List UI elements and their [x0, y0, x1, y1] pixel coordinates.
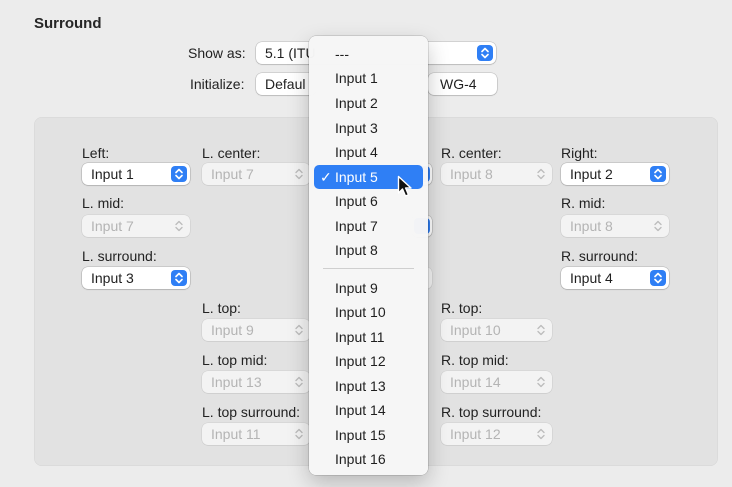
l-surround-label: L. surround: [82, 248, 157, 264]
initialize-default-button[interactable]: Defaul [256, 73, 316, 95]
menu-item[interactable]: Input 11 [314, 325, 423, 349]
r-top-mid-popup[interactable]: Input 14 [441, 371, 552, 393]
updown-chevron-icon [293, 374, 305, 390]
r-mid-label: R. mid: [561, 195, 606, 211]
menu-item-label: Input 11 [335, 329, 385, 345]
r-center-label: R. center: [441, 145, 502, 161]
menu-item[interactable]: Input 1 [314, 66, 423, 90]
menu-item[interactable]: Input 15 [314, 423, 423, 447]
right-label: Right: [561, 145, 598, 161]
menu-item-label: Input 15 [335, 427, 386, 443]
menu-item[interactable]: Input 8 [314, 238, 423, 262]
updown-chevron-icon [650, 270, 666, 286]
menu-item[interactable]: Input 16 [314, 447, 423, 471]
menu-item-label: Input 7 [335, 218, 378, 234]
r-center-popup[interactable]: Input 8 [441, 163, 552, 185]
menu-item-label: Input 8 [335, 242, 378, 258]
updown-chevron-icon [652, 218, 664, 234]
menu-item-label: Input 3 [335, 120, 378, 136]
updown-chevron-icon [173, 218, 185, 234]
checkmark-icon: ✓ [320, 169, 332, 185]
updown-chevron-icon [293, 426, 305, 442]
r-top-mid-label: R. top mid: [441, 352, 509, 368]
l-top-popup[interactable]: Input 9 [202, 319, 310, 341]
initialize-wg4-button[interactable]: WG-4 [428, 73, 497, 95]
l-top-surround-label: L. top surround: [202, 404, 301, 420]
l-center-label: L. center: [202, 145, 261, 161]
r-surround-label: R. surround: [561, 248, 639, 264]
r-mid-popup[interactable]: Input 8 [561, 215, 669, 237]
menu-item-label: Input 12 [335, 353, 386, 369]
menu-item-label: Input 10 [335, 304, 386, 320]
menu-item[interactable]: Input 14 [314, 398, 423, 422]
l-top-surround-popup[interactable]: Input 11 [202, 423, 310, 445]
menu-item-label: Input 14 [335, 402, 386, 418]
r-top-popup[interactable]: Input 10 [441, 319, 552, 341]
r-top-surround-popup[interactable]: Input 12 [441, 423, 552, 445]
menu-item[interactable]: Input 7 [314, 214, 423, 238]
right-popup[interactable]: Input 2 [561, 163, 669, 185]
r-surround-popup[interactable]: Input 4 [561, 267, 669, 289]
menu-item-label: Input 2 [335, 95, 378, 111]
menu-item[interactable]: --- [314, 42, 423, 66]
menu-item[interactable]: Input 13 [314, 374, 423, 398]
input-dropdown-menu: --- Input 1 Input 2 Input 3 Input 4 ✓ Input 5 I… [309, 36, 428, 475]
r-top-surround-label: R. top surround: [441, 404, 542, 420]
show-as-value: 5.1 (ITU [265, 45, 316, 61]
updown-chevron-icon [535, 166, 547, 182]
menu-item-label: Input 6 [335, 193, 378, 209]
menu-item[interactable]: Input 12 [314, 349, 423, 373]
l-surround-popup[interactable]: Input 3 [82, 267, 190, 289]
initialize-label: Initialize: [190, 76, 245, 92]
menu-item-label: Input 4 [335, 144, 378, 160]
l-top-mid-popup[interactable]: Input 13 [202, 371, 310, 393]
mouse-pointer-icon [397, 175, 412, 197]
l-top-label: L. top: [202, 300, 241, 316]
updown-chevron-icon [535, 322, 547, 338]
left-popup[interactable]: Input 1 [82, 163, 190, 185]
section-title: Surround [34, 15, 102, 32]
updown-chevron-icon [650, 166, 666, 182]
menu-item-label: Input 9 [335, 280, 378, 296]
menu-item[interactable]: Input 10 [314, 300, 423, 324]
l-mid-label: L. mid: [82, 195, 125, 211]
l-center-popup[interactable]: Input 7 [202, 163, 310, 185]
r-top-label: R. top: [441, 300, 483, 316]
menu-item-label: --- [335, 46, 349, 62]
menu-item[interactable]: Input 3 [314, 116, 423, 140]
updown-chevron-icon [477, 45, 493, 61]
updown-chevron-icon [535, 374, 547, 390]
menu-item-label: Input 5 [335, 169, 378, 185]
l-mid-popup[interactable]: Input 7 [82, 215, 190, 237]
left-label: Left: [82, 145, 110, 161]
menu-item-label: Input 13 [335, 378, 386, 394]
menu-item-label: Input 1 [335, 70, 378, 86]
updown-chevron-icon [293, 322, 305, 338]
show-as-label: Show as: [188, 45, 246, 61]
updown-chevron-icon [171, 166, 187, 182]
menu-separator [323, 268, 414, 269]
updown-chevron-icon [293, 166, 305, 182]
updown-chevron-icon [171, 270, 187, 286]
menu-item-label: Input 16 [335, 451, 386, 467]
l-top-mid-label: L. top mid: [202, 352, 268, 368]
menu-item[interactable]: Input 4 [314, 140, 423, 164]
updown-chevron-icon [535, 426, 547, 442]
menu-item[interactable]: Input 9 [314, 276, 423, 300]
menu-item[interactable]: Input 2 [314, 91, 423, 115]
